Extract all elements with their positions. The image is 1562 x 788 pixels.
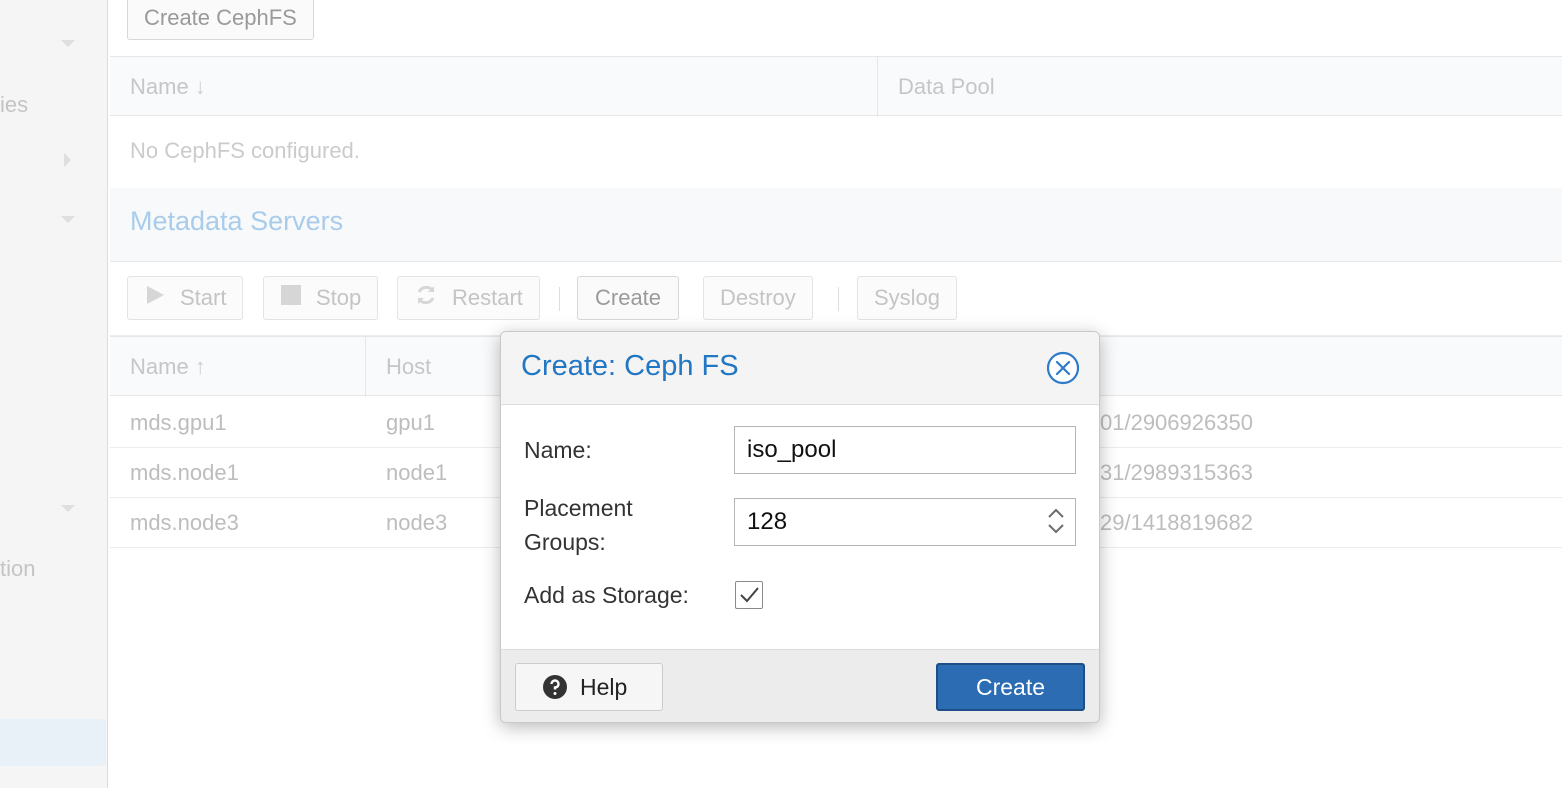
start-label: Start	[180, 285, 227, 310]
column-header-name[interactable]: Name ↓	[110, 57, 878, 117]
help-button[interactable]: Help	[515, 663, 663, 711]
column-header-label: Name	[130, 354, 189, 379]
placement-groups-stepper	[734, 498, 1076, 546]
create-mds-label: Create	[595, 285, 662, 310]
column-header-data-pool[interactable]: Data Pool	[878, 57, 1562, 117]
column-header-label: Data Pool	[898, 74, 995, 99]
play-icon	[144, 284, 166, 312]
name-input[interactable]	[734, 426, 1076, 474]
dialog-title: Create: Ceph FS	[521, 350, 739, 382]
cell-host: gpu1	[386, 410, 435, 435]
create-mds-button[interactable]: Create	[577, 276, 680, 320]
help-label: Help	[580, 673, 628, 700]
create-label: Create	[975, 673, 1046, 700]
checkmark-icon	[740, 587, 759, 603]
sort-descending-icon: ↓	[194, 74, 206, 99]
cephfs-table-header: Name ↓ Data Pool	[110, 56, 1562, 117]
toolbar-separator	[838, 287, 839, 311]
sidebar-item-label[interactable]: tion	[0, 556, 35, 582]
column-header-name[interactable]: Name ↑	[110, 337, 366, 397]
refresh-icon	[414, 283, 438, 313]
close-icon[interactable]	[1045, 350, 1081, 386]
name-label: Name:	[524, 437, 592, 463]
placement-groups-label-line1: Placement	[524, 495, 633, 521]
toolbar-separator	[559, 287, 560, 311]
cell-name: mds.gpu1	[130, 410, 227, 435]
syslog-button[interactable]: Syslog	[857, 276, 958, 320]
column-header-label: Name	[130, 74, 189, 99]
cell-host: node3	[386, 510, 448, 535]
cell-host: node1	[386, 460, 448, 485]
placement-groups-input[interactable]	[734, 498, 1076, 546]
column-header-label: Host	[386, 354, 432, 379]
help-icon	[543, 675, 567, 699]
cell-address: 01/2906926350	[1100, 410, 1253, 435]
dialog-header[interactable]: Create: Ceph FS	[501, 332, 1099, 405]
create-cephfs-dialog: Create: Ceph FS Name: Placement Groups: …	[500, 331, 1100, 723]
create-button[interactable]: Create	[936, 663, 1085, 711]
destroy-button[interactable]: Destroy	[703, 276, 813, 320]
cell-address: 31/2989315363	[1100, 460, 1253, 485]
chevron-down-icon[interactable]	[58, 210, 78, 230]
add-as-storage-label: Add as Storage:	[524, 582, 689, 608]
sort-ascending-icon: ↑	[194, 354, 206, 379]
dialog-footer: Help Create	[501, 649, 1099, 722]
stop-button[interactable]: Stop	[263, 276, 379, 320]
cephfs-empty-text: No CephFS configured.	[130, 138, 360, 163]
chevron-down-icon[interactable]	[58, 499, 78, 519]
cell-address: 29/1418819682	[1100, 510, 1253, 535]
chevron-down-icon[interactable]	[58, 34, 78, 54]
restart-button[interactable]: Restart	[397, 276, 540, 320]
destroy-label: Destroy	[720, 285, 796, 310]
cell-name: mds.node1	[130, 460, 239, 485]
syslog-label: Syslog	[874, 285, 941, 310]
start-button[interactable]: Start	[127, 276, 244, 320]
chevron-right-icon[interactable]	[58, 150, 78, 170]
cell-name: mds.node3	[130, 510, 239, 535]
restart-label: Restart	[452, 285, 523, 310]
add-as-storage-checkbox[interactable]	[735, 581, 763, 609]
app-root: ies tion Create CephFS Name ↓ Data Pool …	[0, 0, 1562, 788]
placement-groups-label-line2: Groups:	[524, 529, 606, 555]
stop-icon	[280, 284, 302, 312]
stop-label: Stop	[316, 285, 362, 310]
spinner-arrows-icon[interactable]	[1046, 503, 1066, 539]
sidebar-item-label[interactable]: ies	[0, 92, 28, 118]
section-title: Metadata Servers	[130, 206, 344, 236]
create-cephfs-button[interactable]: Create CephFS	[127, 0, 314, 40]
sidebar-item-selected[interactable]	[0, 719, 106, 766]
sidebar: ies tion	[0, 0, 108, 788]
create-cephfs-label: Create CephFS	[144, 5, 297, 30]
